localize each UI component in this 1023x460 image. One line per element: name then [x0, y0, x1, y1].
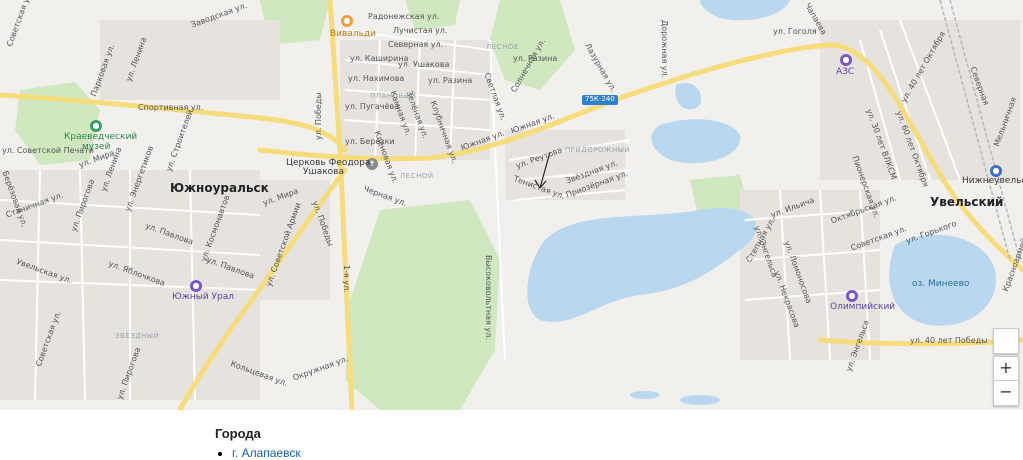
zoom-in-button[interactable]: +: [993, 356, 1019, 382]
stadium-icon[interactable]: ●: [190, 280, 202, 292]
district-label: ЗВЁЗДНЫЙ: [115, 332, 160, 340]
cities-list: г. Алапаевск: [218, 446, 301, 460]
museum-icon[interactable]: ●: [90, 120, 102, 132]
lake-mid: [651, 119, 741, 164]
poi-label[interactable]: Ушакова: [303, 168, 344, 177]
poi-label[interactable]: Краеведческий: [64, 133, 137, 142]
street-label: ул. Пугачёва: [345, 102, 400, 111]
street-label: ул. Разина: [428, 76, 473, 85]
street-label: Высоковольтная ул.: [484, 255, 493, 340]
map-view[interactable]: Южноуральск Увельский ЛЕСНОЕ ПЛАНОВЫЙ ЛЕ…: [0, 0, 1023, 410]
cities-heading: Города: [215, 426, 261, 441]
street-label: ул. Гоголя: [773, 27, 817, 36]
street-label: ул. 40 лет Победы: [910, 336, 988, 345]
district-label: ПРИДОРОЖНЫЙ: [565, 146, 631, 154]
street-label: ул. Берёзки: [345, 137, 395, 146]
forest-area: [345, 200, 500, 410]
street-label: 1-я ул.: [342, 265, 351, 293]
road-number-badge: 75К-240: [582, 95, 618, 105]
cities-section: Города г. Алапаевск: [0, 410, 1023, 460]
lake-top: [700, 0, 790, 21]
list-item: г. Алапаевск: [232, 446, 301, 460]
street-label: Радонежская ул.: [368, 12, 440, 21]
lake-small: [675, 82, 701, 110]
poi-label[interactable]: Вивальди: [330, 30, 376, 39]
poi-label[interactable]: АЗС: [836, 68, 854, 77]
street-label: Дорожная ул.: [660, 20, 669, 79]
street-label: ул. Ушакова: [398, 60, 450, 69]
stadium-icon[interactable]: ●: [846, 290, 858, 302]
street-label: ул. Советской Печати: [2, 146, 95, 155]
poi-label[interactable]: Южный Урал: [172, 293, 234, 302]
street-label: ул. Победы: [314, 92, 323, 140]
street-label: ул. Нахимова: [348, 74, 405, 83]
map-layer-button[interactable]: [993, 328, 1019, 354]
poi-label[interactable]: Олимпийский: [830, 303, 895, 312]
poi-label[interactable]: Нижнеувельская: [962, 177, 1023, 186]
restaurant-icon[interactable]: ●: [341, 15, 353, 27]
lake-label: оз. Минеево: [912, 279, 970, 289]
district-label: ЛЕСНОЙ: [400, 172, 434, 180]
district-label: ЛЕСНОЕ: [486, 43, 519, 51]
city-link[interactable]: г. Алапаевск: [232, 446, 301, 460]
street-label: Лучистая ул.: [393, 26, 448, 35]
city-label: Увельский: [930, 195, 1004, 209]
gas-station-icon[interactable]: ●: [840, 54, 852, 66]
city-label: Южноуральск: [170, 181, 269, 195]
zoom-out-button[interactable]: −: [993, 380, 1019, 406]
street-label: Северная ул.: [388, 40, 444, 49]
lake-big: [527, 208, 757, 323]
